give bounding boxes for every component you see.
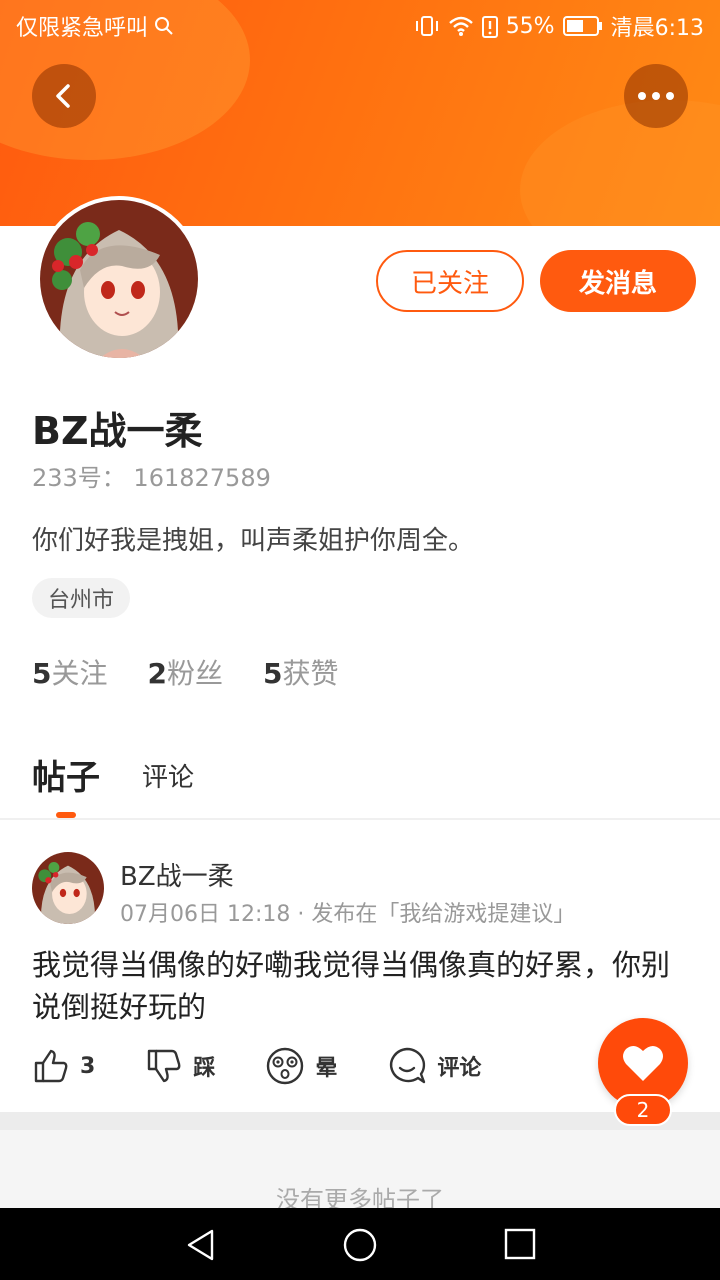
heart-icon	[623, 1045, 663, 1081]
like-count: 3	[80, 1053, 96, 1079]
status-bar: 仅限紧急呼叫 55% 清晨6:13	[0, 0, 720, 50]
dizzy-face-icon	[267, 1047, 304, 1085]
post-actions: 3 踩 晕 评论	[32, 1046, 531, 1086]
dislike-label: 踩	[193, 1056, 216, 1081]
avatar-image	[32, 852, 104, 924]
dizzy-button[interactable]: 晕	[265, 1046, 337, 1086]
dizzy-label: 晕	[315, 1056, 338, 1081]
profile-name: BZ战一柔	[32, 409, 203, 453]
more-dots-icon	[638, 92, 674, 100]
banner-decoration	[520, 100, 720, 226]
back-button[interactable]	[32, 64, 96, 128]
tab-posts[interactable]: 帖子	[32, 750, 100, 799]
profile-stats: 5关注 2粉丝 5获赞	[32, 652, 339, 692]
comment-label: 评论	[437, 1056, 482, 1081]
thumbs-up-icon	[34, 1049, 68, 1083]
chevron-left-icon	[56, 84, 70, 108]
battery-alert-icon	[481, 16, 498, 38]
carrier-text: 仅限紧急呼叫	[16, 16, 149, 41]
post-author-avatar[interactable]	[32, 852, 104, 924]
clock: 清晨6:13	[610, 16, 704, 41]
location-tag: 台州市	[32, 578, 131, 618]
dislike-button[interactable]: 踩	[145, 1047, 215, 1085]
section-separator	[0, 1112, 720, 1130]
stat-followers[interactable]: 2粉丝	[148, 652, 224, 692]
system-nav-bar	[0, 1208, 720, 1280]
stat-likes: 5获赞	[263, 657, 339, 690]
divider	[0, 818, 720, 820]
send-message-button[interactable]: 发消息	[540, 250, 696, 312]
battery-percent: 55%	[505, 13, 555, 39]
post-meta: 07月06日 12:18 · 发布在「我给游戏提建议」	[120, 902, 576, 927]
wifi-icon	[448, 16, 473, 36]
following-button[interactable]: 已关注	[376, 250, 524, 312]
nav-home-icon[interactable]	[342, 1227, 378, 1263]
post-body[interactable]: 我觉得当偶像的好嘞我觉得当偶像真的好累，你别说倒挺好玩的	[32, 944, 682, 1028]
post-author-name[interactable]: BZ战一柔	[120, 856, 234, 893]
like-button[interactable]: 3	[32, 1047, 95, 1085]
stat-following[interactable]: 5关注	[32, 652, 108, 692]
profile-bio: 你们好我是拽姐，叫声柔姐护你周全。	[32, 526, 475, 556]
more-button[interactable]	[624, 64, 688, 128]
nav-back-icon[interactable]	[184, 1228, 218, 1262]
profile-avatar[interactable]	[36, 196, 202, 362]
avatar-image	[40, 200, 198, 358]
profile-uid: 233号： 161827589	[32, 464, 271, 492]
favorite-count-badge: 2	[614, 1094, 672, 1126]
comment-button[interactable]: 评论	[387, 1046, 481, 1086]
nav-recents-icon[interactable]	[504, 1228, 536, 1260]
battery-icon	[562, 16, 602, 36]
comment-bubble-icon	[390, 1047, 426, 1084]
vibrate-icon	[415, 16, 438, 36]
tab-comments[interactable]: 评论	[142, 757, 194, 794]
thumbs-down-icon	[148, 1049, 181, 1083]
search-icon	[155, 17, 173, 35]
